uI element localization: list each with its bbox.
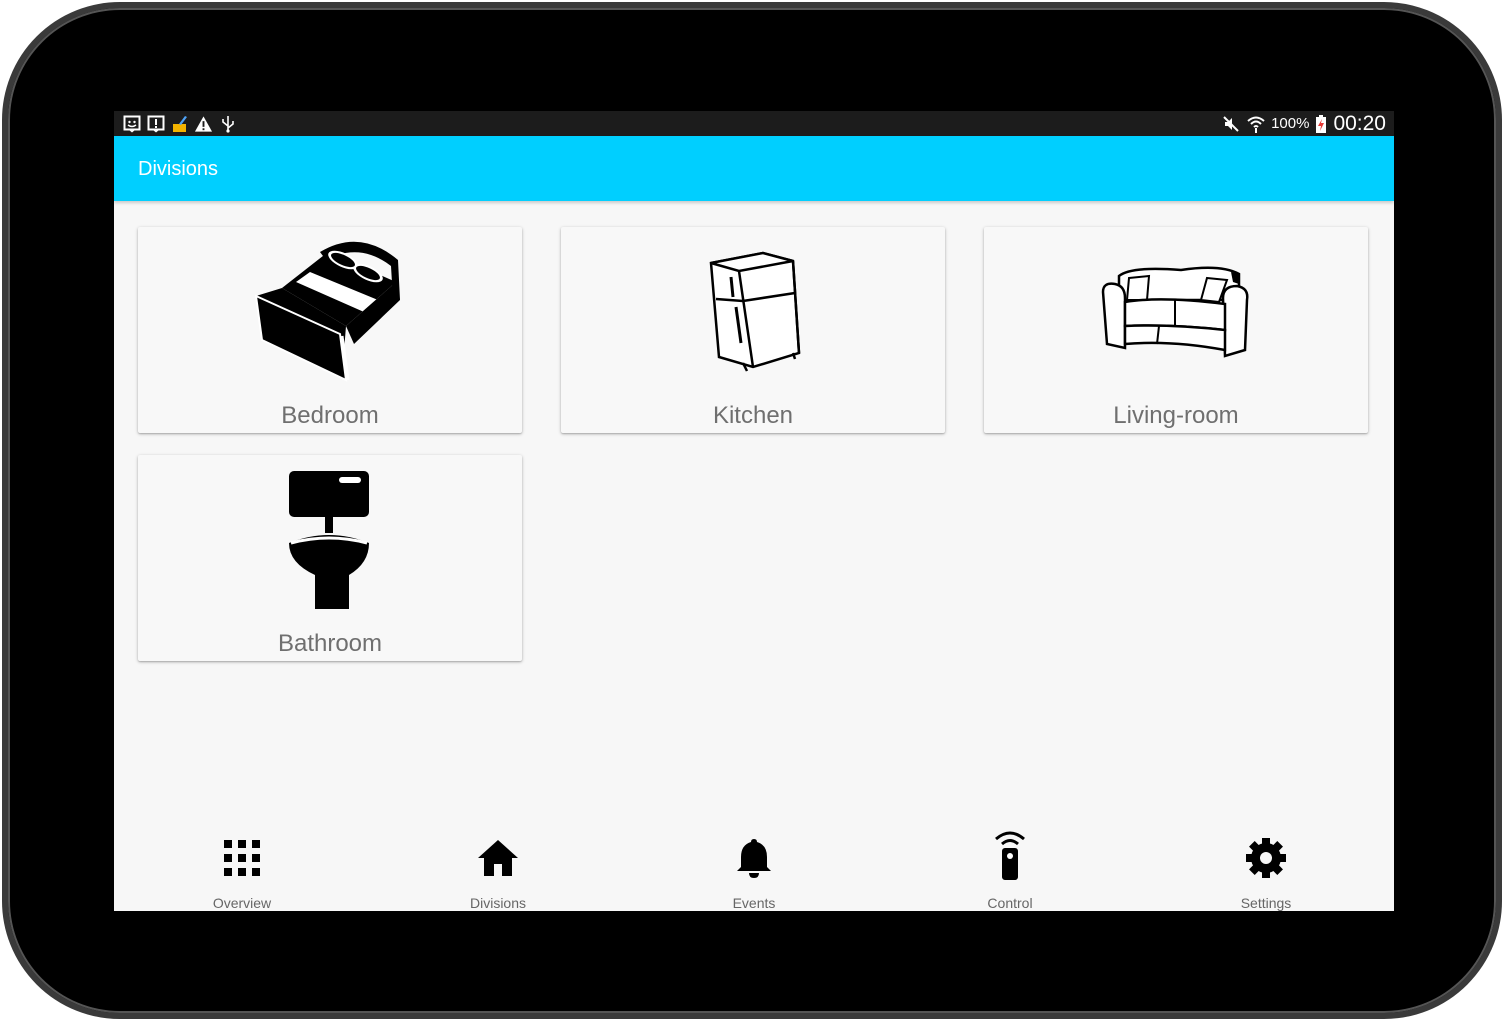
nav-label: Settings <box>1240 895 1292 911</box>
fridge-icon <box>561 227 945 392</box>
battery-icon <box>1315 114 1327 133</box>
nav-label: Control <box>987 895 1033 911</box>
gear-icon <box>1138 835 1394 881</box>
nav-overview[interactable]: Overview <box>114 821 370 911</box>
wifi-icon <box>1246 114 1265 133</box>
mute-icon <box>1221 114 1240 133</box>
sofa-icon <box>984 227 1368 392</box>
division-card-bathroom[interactable]: Bathroom <box>138 455 522 661</box>
division-card-living-room[interactable]: Living-room <box>984 227 1368 433</box>
card-label: Bathroom <box>277 630 383 657</box>
status-bar: 100% 00:20 <box>114 111 1394 136</box>
nav-control[interactable]: Control <box>882 821 1138 911</box>
page-title: Divisions <box>138 158 219 180</box>
nav-settings[interactable]: Settings <box>1138 821 1394 911</box>
bed-icon <box>138 227 522 392</box>
battery-percent: 100% <box>1271 115 1310 132</box>
nav-label: Overview <box>212 895 272 911</box>
app-bar: Divisions <box>114 136 1394 201</box>
cleaner-icon <box>170 114 189 133</box>
nav-events[interactable]: Events <box>626 821 882 911</box>
bell-icon <box>626 835 882 881</box>
alert-box-icon <box>146 114 165 133</box>
division-card-bedroom[interactable]: Bedroom <box>138 227 522 433</box>
remote-icon <box>882 827 1138 883</box>
chat-icon <box>122 114 141 133</box>
toilet-icon <box>138 459 522 624</box>
clock: 00:20 <box>1333 111 1386 135</box>
usb-icon <box>218 114 237 133</box>
screen: 100% 00:20 Divisions Bedroom Kitchen Liv… <box>114 111 1394 911</box>
bottom-nav: Overview Divisions Events Control Settin… <box>114 821 1394 911</box>
warning-icon <box>194 114 213 133</box>
home-icon <box>370 835 626 881</box>
card-label: Bedroom <box>281 402 379 429</box>
nav-label: Events <box>732 895 776 911</box>
division-card-kitchen[interactable]: Kitchen <box>561 227 945 433</box>
card-label: Kitchen <box>712 402 794 429</box>
grid-icon <box>114 835 370 881</box>
system-icons: 100% 00:20 <box>1221 111 1386 136</box>
nav-divisions[interactable]: Divisions <box>370 821 626 911</box>
card-label: Living-room <box>1113 402 1239 429</box>
nav-label: Divisions <box>469 895 526 911</box>
notification-icons <box>122 114 237 133</box>
